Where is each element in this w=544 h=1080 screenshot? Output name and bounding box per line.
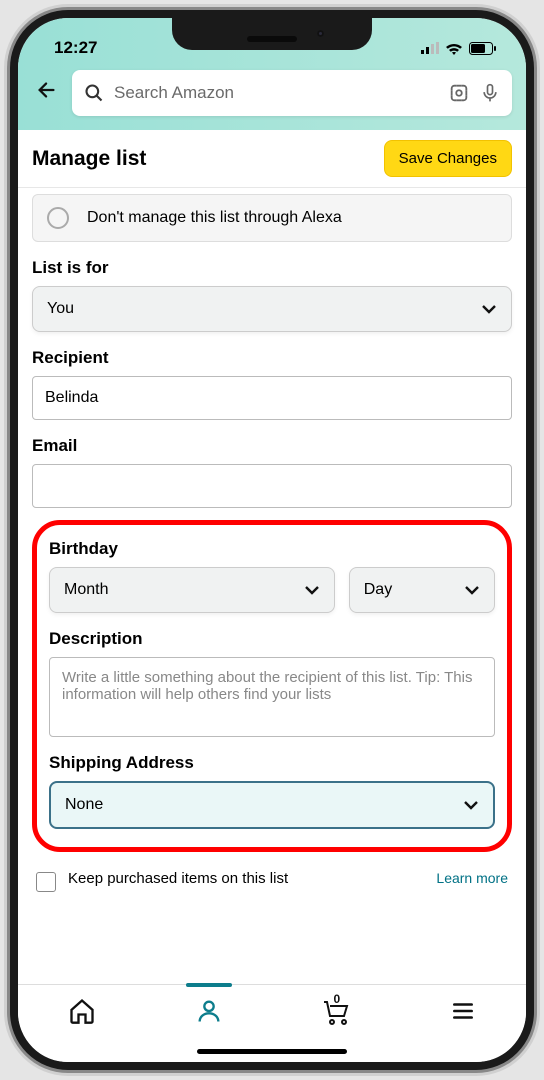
- user-icon: [195, 997, 223, 1025]
- keep-label: Keep purchased items on this list: [68, 870, 424, 887]
- menu-icon: [450, 998, 476, 1024]
- signal-icon: [421, 42, 439, 54]
- lens-icon[interactable]: [448, 82, 470, 104]
- list-for-select[interactable]: You: [32, 286, 512, 332]
- description-label: Description: [49, 629, 495, 649]
- alexa-label: Don't manage this list through Alexa: [87, 209, 342, 227]
- back-button[interactable]: [32, 75, 62, 112]
- recipient-input[interactable]: [32, 376, 512, 420]
- chevron-down-icon: [481, 304, 497, 314]
- page-title: Manage list: [32, 147, 146, 171]
- day-select[interactable]: Day: [349, 567, 495, 613]
- learn-more-link[interactable]: Learn more: [436, 870, 508, 886]
- search-icon: [84, 83, 104, 103]
- wifi-icon: [445, 42, 463, 55]
- nav-cart[interactable]: 0: [320, 995, 352, 1027]
- description-textarea[interactable]: Write a little something about the recip…: [49, 657, 495, 737]
- radio-unchecked-icon[interactable]: [47, 207, 69, 229]
- email-label: Email: [32, 436, 512, 456]
- email-input[interactable]: [32, 464, 512, 508]
- battery-icon: [469, 42, 496, 55]
- nav-home[interactable]: [66, 995, 98, 1027]
- phone-frame: 12:27 Manage list Save Changes Don't man…: [10, 10, 534, 1070]
- alexa-option[interactable]: Don't manage this list through Alexa: [32, 194, 512, 242]
- highlight-section: Birthday Month Day Description Write a l…: [32, 520, 512, 852]
- chevron-down-icon: [304, 585, 320, 595]
- search-input[interactable]: [114, 83, 438, 103]
- keep-checkbox[interactable]: [36, 872, 56, 892]
- shipping-label: Shipping Address: [49, 753, 495, 773]
- mic-icon[interactable]: [480, 82, 500, 104]
- chevron-down-icon: [464, 585, 480, 595]
- list-for-label: List is for: [32, 258, 512, 278]
- search-bar[interactable]: [72, 70, 512, 116]
- status-icons: [421, 42, 496, 55]
- day-value: Day: [364, 581, 392, 599]
- shipping-select[interactable]: None: [49, 781, 495, 829]
- recipient-label: Recipient: [32, 348, 512, 368]
- home-indicator[interactable]: [197, 1049, 347, 1054]
- status-time: 12:27: [54, 38, 97, 58]
- list-for-value: You: [47, 300, 74, 318]
- arrow-left-icon: [36, 79, 58, 101]
- title-bar: Manage list Save Changes: [18, 130, 526, 188]
- birthday-label: Birthday: [49, 539, 495, 559]
- month-select[interactable]: Month: [49, 567, 335, 613]
- cart-badge: 0: [334, 992, 341, 1006]
- month-value: Month: [64, 581, 108, 599]
- keep-purchased-row: Keep purchased items on this list Learn …: [32, 870, 512, 892]
- save-changes-button[interactable]: Save Changes: [384, 140, 512, 177]
- app-header: [18, 66, 526, 130]
- chevron-down-icon: [463, 800, 479, 810]
- nav-menu[interactable]: [447, 995, 479, 1027]
- shipping-value: None: [65, 796, 103, 814]
- nav-profile[interactable]: [193, 995, 225, 1027]
- home-icon: [68, 997, 96, 1025]
- notch: [172, 18, 372, 50]
- form-content[interactable]: Don't manage this list through Alexa Lis…: [18, 188, 526, 948]
